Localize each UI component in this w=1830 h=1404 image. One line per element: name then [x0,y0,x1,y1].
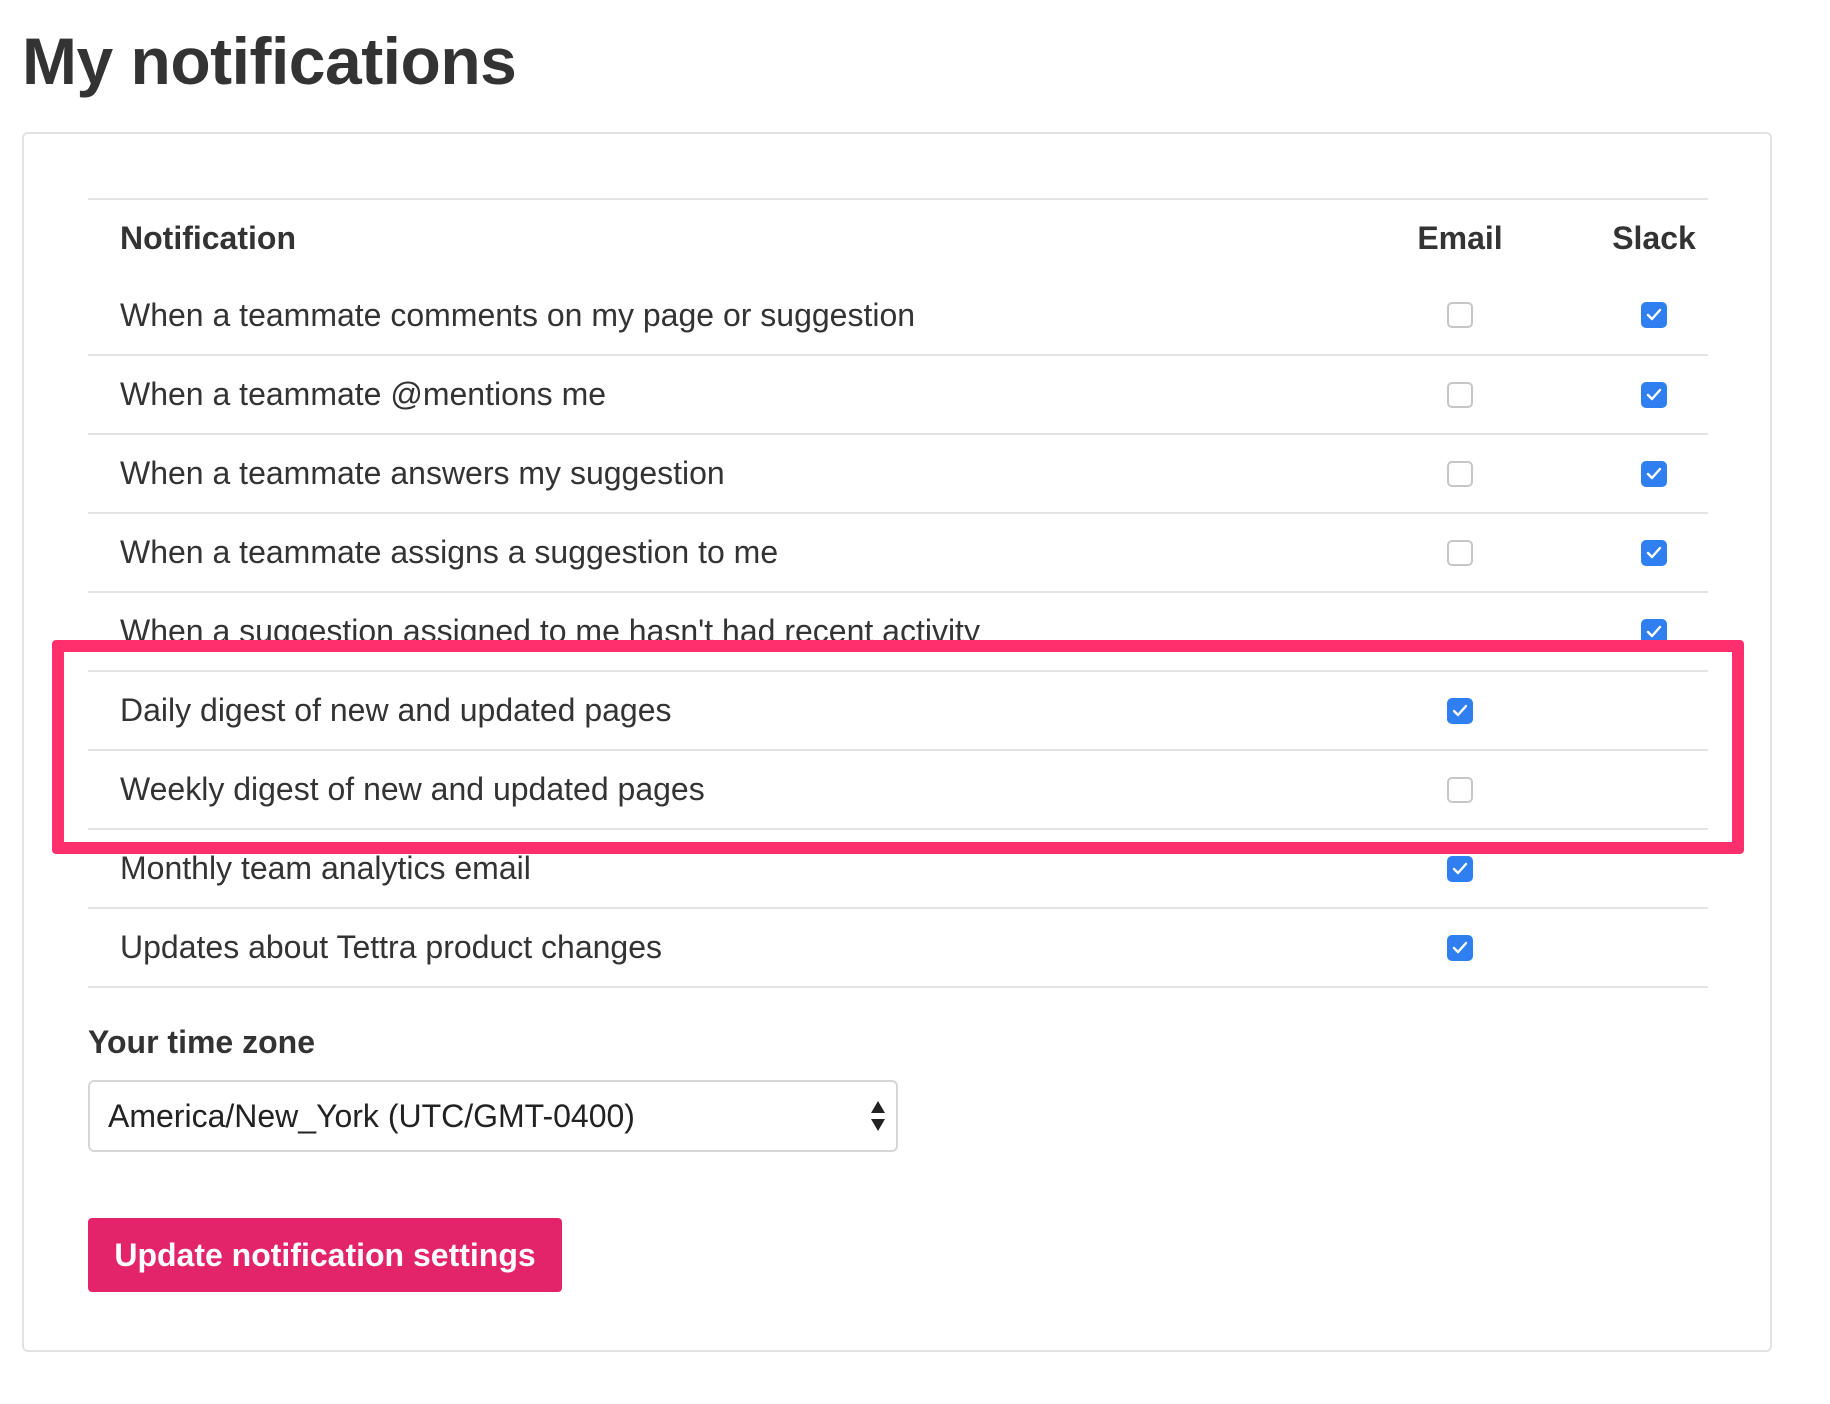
email-checkbox[interactable] [1447,855,1473,882]
email-cell [1390,514,1530,591]
timezone-select[interactable]: America/New_York (UTC/GMT-0400) [88,1080,898,1152]
notification-label: Updates about Tettra product changes [120,929,662,965]
slack-checkbox[interactable] [1641,539,1667,566]
slack-checkbox[interactable] [1641,381,1667,408]
table-row: When a teammate @mentions me [88,356,1708,435]
table-body: When a teammate comments on my page or s… [88,276,1708,988]
email-checkbox[interactable] [1447,302,1473,328]
email-cell [1390,830,1530,907]
email-cell [1390,435,1530,512]
checkmark-icon [1452,941,1468,953]
slack-checkbox[interactable] [1641,618,1667,645]
notification-label: Weekly digest of new and updated pages [120,771,705,807]
notification-label: Monthly team analytics email [120,850,531,886]
email-cell [1390,909,1530,986]
email-checkbox[interactable] [1447,934,1473,961]
checkmark-icon [1646,388,1662,400]
email-cell [1390,356,1530,433]
table-row: When a teammate comments on my page or s… [88,276,1708,356]
table-row: When a teammate answers my suggestion [88,435,1708,514]
slack-cell [1584,356,1724,433]
table-row: When a teammate assigns a suggestion to … [88,514,1708,593]
table-header: Notification Email Slack [88,200,1708,276]
email-checkbox[interactable] [1447,776,1473,803]
table-row: Daily digest of new and updated pages [88,672,1708,751]
checkmark-icon [1646,625,1662,637]
email-checkbox[interactable] [1447,697,1473,724]
slack-cell [1584,276,1724,354]
slack-cell [1584,514,1724,591]
checkmark-icon [1646,308,1662,321]
email-cell [1390,751,1530,828]
notification-label: Daily digest of new and updated pages [120,692,672,728]
timezone-selected-value: America/New_York (UTC/GMT-0400) [108,1097,635,1134]
checkmark-icon [1452,704,1468,716]
header-slack: Slack [1612,219,1696,256]
header-email: Email [1417,219,1503,256]
slack-checkbox[interactable] [1641,460,1667,487]
checkmark-icon [1646,467,1662,479]
notifications-card: Notification Email Slack When a teammate… [22,132,1772,1352]
table-row: Updates about Tettra product changes [88,909,1708,988]
notification-label: When a teammate assigns a suggestion to … [120,534,779,570]
slack-cell [1584,593,1724,670]
table-row: When a suggestion assigned to me hasn't … [88,593,1708,672]
slack-cell [1584,435,1724,512]
checkmark-icon [1646,546,1662,558]
email-checkbox[interactable] [1447,539,1473,566]
checkmark-icon [1452,862,1468,874]
header-notification: Notification [120,219,296,256]
notification-label: When a teammate comments on my page or s… [120,296,916,333]
table-row: Weekly digest of new and updated pages [88,751,1708,830]
notifications-table: Notification Email Slack When a teammate… [88,198,1708,988]
email-cell [1390,276,1530,354]
slack-checkbox[interactable] [1641,302,1667,328]
timezone-label: Your time zone [88,1024,315,1060]
notification-label: When a suggestion assigned to me hasn't … [120,613,980,649]
update-notification-settings-button[interactable]: Update notification settings [88,1218,562,1292]
table-row: Monthly team analytics email [88,830,1708,909]
notification-label: When a teammate @mentions me [120,376,607,412]
page-title: My notifications [22,24,517,98]
select-arrows-icon [871,1101,885,1131]
email-checkbox[interactable] [1447,460,1473,487]
email-checkbox[interactable] [1447,381,1473,408]
email-cell [1390,672,1530,749]
notification-label: When a teammate answers my suggestion [120,455,725,491]
